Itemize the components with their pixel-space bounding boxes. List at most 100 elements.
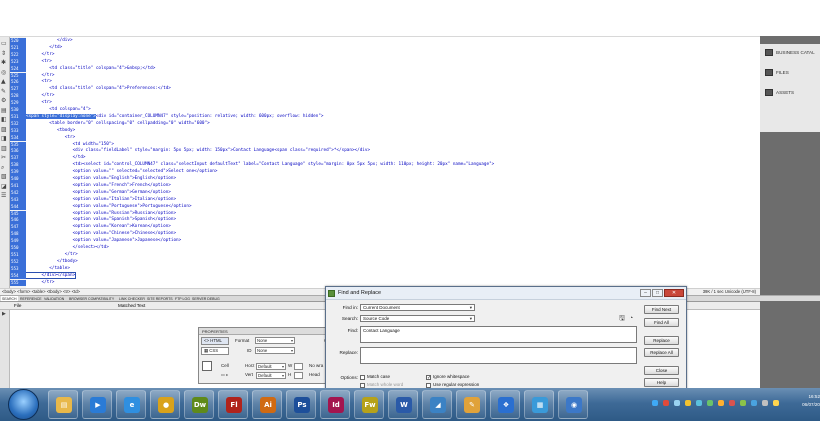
taskbar-app-explorer[interactable]: ▤ xyxy=(48,390,78,419)
code-line[interactable]: <option value="Portuguese">Portuguese</o… xyxy=(26,204,192,211)
code-line[interactable]: <tr> xyxy=(26,100,52,107)
coding-tool-icon[interactable]: ⇕ xyxy=(1,50,9,57)
taskbar-app-ai[interactable]: Ai xyxy=(252,390,282,419)
code-line[interactable]: <option value="" selected="selected">Sel… xyxy=(26,169,218,176)
code-line[interactable]: <option value="Japanese">Japanese</optio… xyxy=(26,238,182,245)
replace-textarea[interactable] xyxy=(360,347,637,364)
height-input[interactable] xyxy=(294,372,303,379)
tray-icon[interactable] xyxy=(707,400,713,406)
html-mode-button[interactable]: <> HTML xyxy=(201,337,229,345)
find-in-select[interactable]: Current Document xyxy=(360,304,475,311)
taskbar-app-chrome2[interactable]: ◉ xyxy=(558,390,588,419)
tray-icon[interactable] xyxy=(663,400,669,406)
width-input[interactable] xyxy=(294,363,303,370)
code-line[interactable]: </select></td> xyxy=(26,245,109,252)
replace-all-button[interactable]: Replace All xyxy=(644,348,679,357)
coding-tool-icon[interactable]: ☰ xyxy=(1,193,9,199)
code-line[interactable]: <tbody> xyxy=(26,128,75,135)
code-line[interactable]: <option value="French">French</option> xyxy=(26,183,171,190)
replace-button[interactable]: Replace xyxy=(644,336,679,345)
coding-tool-icon[interactable]: ◎ xyxy=(1,69,9,76)
taskbar-app-chrome[interactable]: ● xyxy=(150,390,180,419)
tag-path[interactable]: <body> <form> <table> <tbody> <tr> <td> xyxy=(2,289,80,294)
tray-icon[interactable] xyxy=(674,400,680,406)
help-button[interactable]: Help xyxy=(644,378,679,387)
code-line[interactable]: </tr> xyxy=(26,252,78,259)
code-line[interactable]: </div></span> xyxy=(26,271,77,280)
id-select[interactable]: None xyxy=(255,347,295,354)
taskbar-app-id[interactable]: Id xyxy=(320,390,350,419)
taskbar-app-media[interactable]: ▶ xyxy=(82,390,112,419)
format-select[interactable]: None xyxy=(255,337,295,344)
code-line[interactable]: </tbody> xyxy=(26,259,78,266)
coding-tool-icon[interactable]: ▭ xyxy=(1,41,9,47)
taskbar-app-tool[interactable]: ◢ xyxy=(422,390,452,419)
save-query-icon[interactable]: 🖫 xyxy=(619,315,625,323)
tray-icon[interactable] xyxy=(718,400,724,406)
code-line[interactable]: </tr> xyxy=(26,52,55,59)
tray-icon[interactable] xyxy=(773,400,779,406)
panel-assets[interactable]: ASSETS xyxy=(762,86,818,99)
split-cell-icon[interactable]: ▭ ⫸ xyxy=(221,371,228,379)
code-line[interactable]: <option value="German">German</option> xyxy=(26,190,171,197)
coding-tool-icon[interactable]: ▥ xyxy=(1,145,9,152)
start-button[interactable] xyxy=(8,389,39,420)
code-line[interactable]: <span style="display:none"><div id="cont… xyxy=(26,113,324,121)
code-line[interactable]: </td> xyxy=(26,45,62,52)
taskbar-app-ie[interactable]: e xyxy=(116,390,146,419)
coding-tool-icon[interactable]: ▧ xyxy=(1,174,9,180)
vert-select[interactable]: Default xyxy=(256,372,286,379)
coding-tool-icon[interactable]: ⌕ xyxy=(1,164,9,171)
coding-tool-icon[interactable]: ▲ xyxy=(1,79,9,85)
coding-tool-icon[interactable]: ✱ xyxy=(1,60,9,66)
panel-business-catalyst[interactable]: BUSINESS CATAL xyxy=(762,46,818,59)
close-button[interactable]: Close xyxy=(644,366,679,375)
taskbar-app-fl[interactable]: Fl xyxy=(218,390,248,419)
tray-icon[interactable] xyxy=(729,400,735,406)
code-line[interactable]: <tr> xyxy=(26,59,52,66)
taskbar-app-word[interactable]: W xyxy=(388,390,418,419)
coding-tool-icon[interactable]: ◪ xyxy=(1,183,9,190)
search-select[interactable]: Source Code xyxy=(360,315,475,322)
find-textarea[interactable]: Contact Language xyxy=(360,326,637,343)
code-line[interactable]: <td class="title" colspan="4">&nbsp;</td… xyxy=(26,66,155,73)
match-case-checkbox[interactable]: Match case xyxy=(360,374,390,380)
code-line[interactable]: <option value="English">English</option> xyxy=(26,176,176,183)
code-line[interactable]: </div> xyxy=(26,38,73,45)
coding-tool-icon[interactable]: ▤ xyxy=(1,107,9,114)
close-icon[interactable]: ✕ xyxy=(664,289,684,297)
taskbar-app-dw2[interactable]: ❖ xyxy=(490,390,520,419)
find-all-button[interactable]: Find All xyxy=(644,318,679,327)
dialog-title-bar[interactable]: Find and Replace xyxy=(326,287,686,300)
code-editor[interactable]: ▭ ⇕ ✱ ◎ ▲ ✎ ⚙ ▤ ◧ ▨ ◨ ▥ ✂ ⌕ ▧ ◪ ☰ 520 521 522 523 524 525 526 5… xyxy=(0,36,760,289)
tray-icon[interactable] xyxy=(740,400,746,406)
tray-icon[interactable] xyxy=(696,400,702,406)
taskbar-app-tool2[interactable]: ▦ xyxy=(524,390,554,419)
taskbar-app-dw[interactable]: Dw xyxy=(184,390,214,419)
tray-icon[interactable] xyxy=(652,400,658,406)
code-line[interactable]: <table border="0" cellspacing="0" cellpa… xyxy=(26,121,209,128)
code-line[interactable]: <option value="Italian">Italian</option> xyxy=(26,197,176,204)
matched-text-column-header[interactable]: Matched Text xyxy=(118,302,145,310)
coding-tool-icon[interactable]: ◨ xyxy=(1,136,9,142)
taskbar-app-fw[interactable]: Fw xyxy=(354,390,384,419)
code-view[interactable]: </div> </td> </tr> <tr> <td class="title… xyxy=(26,37,760,289)
taskbar-app-paint[interactable]: ✎ xyxy=(456,390,486,419)
code-line[interactable]: <tr> xyxy=(26,135,75,142)
load-query-icon[interactable]: ◔ xyxy=(629,315,633,323)
coding-tool-icon[interactable]: ✎ xyxy=(1,88,9,95)
tray-icon[interactable] xyxy=(751,400,757,406)
panel-files[interactable]: FILES xyxy=(762,66,818,79)
coding-tool-icon[interactable]: ◧ xyxy=(1,117,9,123)
code-line[interactable]: </tr> xyxy=(26,280,55,287)
tray-icon[interactable] xyxy=(762,400,768,406)
horz-select[interactable]: Default xyxy=(256,363,286,370)
find-next-button[interactable]: Find Next xyxy=(644,305,679,314)
coding-tool-icon[interactable]: ⚙ xyxy=(1,98,9,104)
maximize-icon[interactable]: □ xyxy=(652,289,663,297)
taskbar-app-ps[interactable]: Ps xyxy=(286,390,316,419)
css-mode-button[interactable]: ▦ CSS xyxy=(201,347,229,355)
code-line[interactable]: <td colspan="4"> xyxy=(26,107,90,114)
tray-icon[interactable] xyxy=(685,400,691,406)
coding-tool-icon[interactable]: ▨ xyxy=(1,126,9,133)
